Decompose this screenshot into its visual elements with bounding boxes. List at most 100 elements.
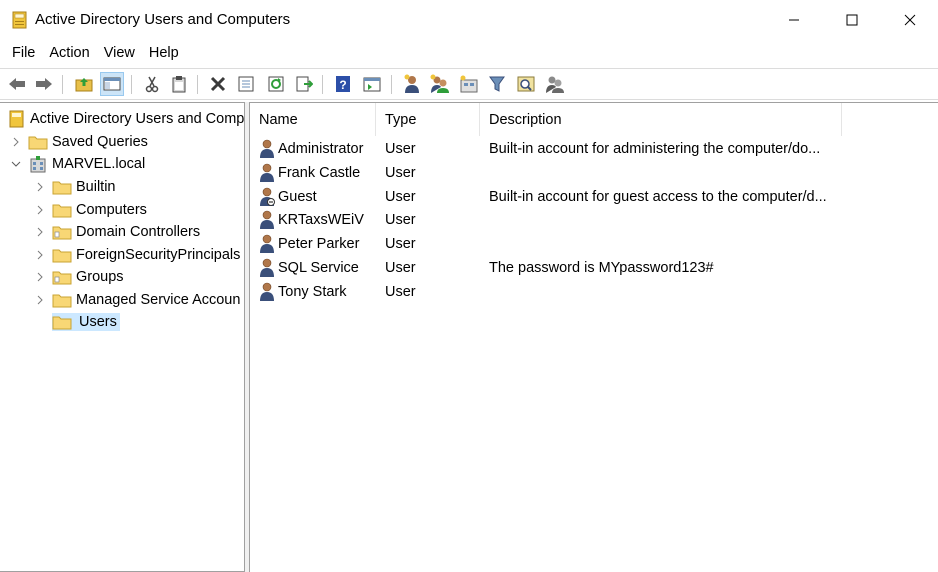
details-list[interactable]: Name Type Description Administrator User B…	[249, 102, 938, 572]
cell-description: The password is MYpassword123#	[489, 260, 714, 276]
chevron-right-icon[interactable]	[34, 226, 46, 238]
domain-icon	[28, 155, 48, 173]
cell-name: SQL Service	[258, 256, 376, 280]
tree-item-groups[interactable]: Groups	[34, 266, 124, 288]
refresh-button[interactable]	[264, 72, 288, 96]
tree-item-label: ForeignSecurityPrincipals	[76, 247, 241, 263]
disabled-user-icon	[258, 187, 276, 207]
tree-item-builtin[interactable]: Builtin	[34, 176, 116, 198]
folder-icon	[52, 201, 72, 219]
cell-description: Built-in account for guest access to the…	[489, 188, 827, 205]
help-button[interactable]: ?	[331, 72, 355, 96]
table-row[interactable]: Guest User Built-in account for guest acce…	[250, 185, 938, 209]
table-row[interactable]: Tony Stark User	[250, 280, 938, 304]
folder-icon	[52, 246, 72, 264]
table-row[interactable]: Administrator User Built-in account for ad…	[250, 137, 938, 161]
table-row[interactable]: Peter Parker User	[250, 232, 938, 256]
new-user-icon	[404, 74, 419, 93]
menu-help[interactable]: Help	[142, 40, 186, 67]
toolbar: ?	[0, 68, 938, 100]
new-group-button[interactable]	[428, 72, 452, 96]
menu-action[interactable]: Action	[42, 40, 96, 67]
tree-root[interactable]: Active Directory Users and Comp	[6, 108, 244, 130]
close-icon	[904, 14, 916, 26]
menu-bar: File Action View Help	[0, 40, 938, 67]
back-button[interactable]	[5, 72, 29, 96]
find-button[interactable]	[514, 72, 538, 96]
tree-item-domain[interactable]: MARVEL.local	[10, 153, 145, 175]
tree-item-label: Users	[76, 313, 120, 331]
menu-file[interactable]: File	[5, 40, 42, 67]
table-row[interactable]: Frank Castle User	[250, 161, 938, 185]
properties-button[interactable]	[234, 72, 258, 96]
tree-item-managed-service-accounts[interactable]: Managed Service Accoun	[34, 289, 240, 311]
properties-icon	[238, 76, 254, 92]
cut-button[interactable]	[140, 72, 164, 96]
folder-icon	[28, 133, 48, 151]
action-pane-button[interactable]	[360, 72, 384, 96]
show-hide-tree-button[interactable]	[100, 72, 124, 96]
new-user-button[interactable]	[400, 72, 424, 96]
tree-item-label: Saved Queries	[52, 134, 148, 150]
toolbar-separator	[197, 75, 198, 94]
chevron-right-icon[interactable]	[34, 181, 46, 193]
chevron-down-icon[interactable]	[10, 158, 22, 170]
add-to-group-icon	[546, 76, 564, 93]
help-icon: ?	[336, 76, 350, 92]
up-folder-button[interactable]	[72, 72, 96, 96]
menu-view[interactable]: View	[97, 40, 142, 67]
tree-item-foreign-security-principals[interactable]: ForeignSecurityPrincipals	[34, 244, 240, 266]
forward-button[interactable]	[32, 72, 56, 96]
user-name: Peter Parker	[278, 236, 360, 253]
delete-icon	[210, 76, 226, 92]
delete-button[interactable]	[206, 72, 230, 96]
back-icon	[9, 78, 25, 90]
cell-name: Tony Stark	[258, 280, 376, 304]
user-name: Frank Castle	[278, 164, 361, 181]
tree-item-label: MARVEL.local	[52, 156, 146, 172]
filter-button[interactable]	[485, 72, 509, 96]
cell-type: User	[385, 236, 416, 253]
new-ou-button[interactable]	[457, 72, 481, 96]
column-header-description[interactable]: Description	[480, 103, 842, 136]
chevron-right-icon[interactable]	[34, 271, 46, 283]
console-tree[interactable]: Active Directory Users and Comp Saved Qu…	[0, 102, 245, 572]
new-ou-icon	[460, 75, 478, 93]
cell-type: User	[385, 212, 416, 229]
paste-button[interactable]	[167, 72, 191, 96]
user-icon	[258, 234, 276, 254]
ou-folder-icon	[52, 223, 72, 241]
tree-item-saved-queries[interactable]: Saved Queries	[10, 131, 148, 153]
forward-icon	[36, 78, 52, 90]
folder-icon	[52, 291, 72, 309]
tree-item-computers[interactable]: Computers	[34, 199, 147, 221]
user-icon	[258, 139, 276, 159]
maximize-button[interactable]	[823, 0, 881, 40]
chevron-right-icon[interactable]	[34, 249, 46, 261]
title-bar: Active Directory Users and Computers	[0, 0, 938, 40]
tree-item-label: Domain Controllers	[76, 224, 201, 240]
toolbar-separator	[322, 75, 323, 94]
minimize-button[interactable]	[765, 0, 823, 40]
table-row[interactable]: SQL Service User The password is MYpasswor…	[250, 256, 938, 280]
table-row[interactable]: KRTaxsWEiV User	[250, 208, 938, 232]
folder-icon	[52, 178, 72, 196]
cell-name: KRTaxsWEiV	[258, 208, 376, 232]
chevron-right-icon[interactable]	[10, 136, 22, 148]
cell-type: User	[385, 283, 416, 300]
filter-icon	[489, 76, 505, 92]
close-button[interactable]	[881, 0, 938, 40]
column-header-type[interactable]: Type	[376, 103, 480, 136]
export-list-button[interactable]	[292, 72, 316, 96]
tree-item-users[interactable]: Users	[52, 311, 120, 333]
tree-item-domain-controllers[interactable]: Domain Controllers	[34, 221, 200, 243]
cell-description	[489, 280, 929, 304]
chevron-right-icon[interactable]	[34, 204, 46, 216]
add-to-group-button[interactable]	[543, 72, 567, 96]
new-group-icon	[430, 74, 449, 93]
column-header-name[interactable]: Name	[250, 103, 376, 136]
user-name: Guest	[278, 188, 317, 205]
action-pane-icon	[363, 77, 381, 92]
chevron-right-icon[interactable]	[34, 294, 46, 306]
folder-icon	[52, 313, 76, 331]
